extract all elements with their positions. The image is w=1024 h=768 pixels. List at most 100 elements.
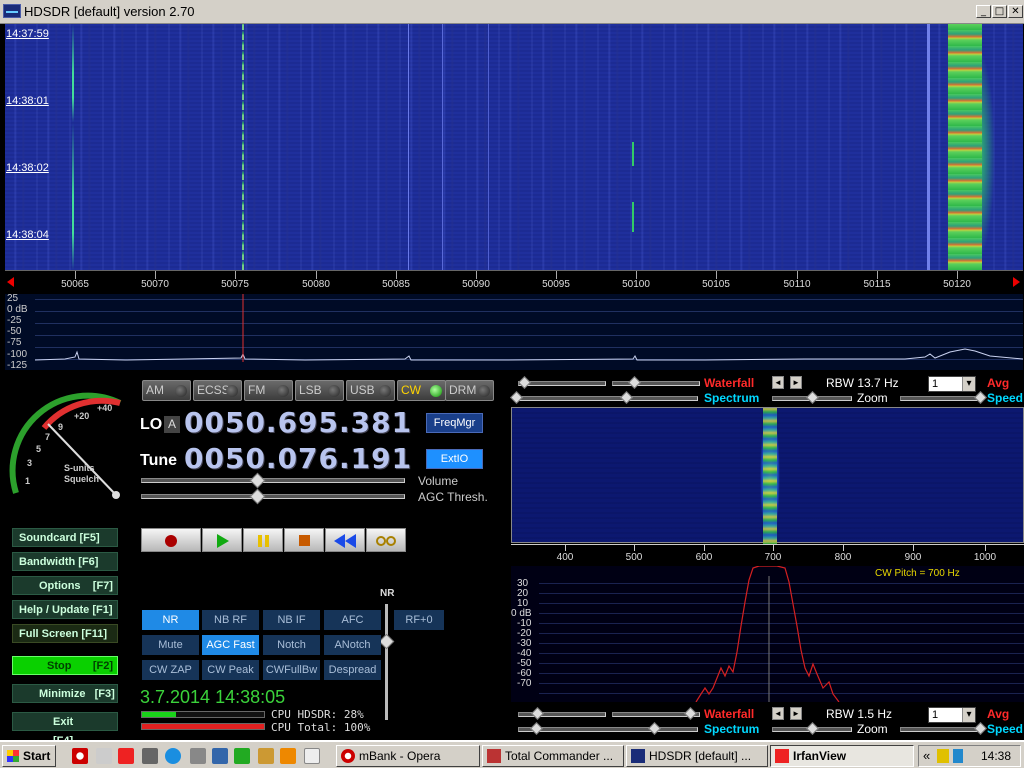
avg-select-bottom[interactable]: 1: [928, 707, 976, 723]
audio-spectrum[interactable]: CW Pitch = 700 Hz 30 20 10 0 dB -10 -20 …: [511, 566, 1024, 702]
app-icon[interactable]: [234, 748, 250, 764]
opera-icon[interactable]: [72, 748, 88, 764]
main-spectrum[interactable]: 25 0 dB -25 -50 -75 -100 -125: [5, 294, 1023, 370]
freq-axis-label: 50085: [382, 279, 410, 290]
s-meter-scale-9: 9: [58, 422, 64, 432]
stop-button[interactable]: Stop [F2]: [12, 656, 118, 675]
cw-signal-trace: [763, 408, 777, 544]
bandwidth-button[interactable]: Bandwidth [F6]: [12, 552, 118, 571]
agc-threshold-slider[interactable]: [141, 494, 405, 499]
mode-cw-button[interactable]: CW: [397, 380, 446, 401]
speed-slider-bottom[interactable]: [900, 727, 982, 732]
s-meter-scale-1: 1: [25, 476, 31, 486]
speed-slider-top[interactable]: [900, 396, 982, 401]
nr-slider[interactable]: [385, 604, 388, 720]
soundcard-button[interactable]: Soundcard [F5]: [12, 528, 118, 547]
app-icon[interactable]: [280, 748, 296, 764]
scroll-left-arrow-icon[interactable]: [7, 277, 14, 287]
mode-ecss-button[interactable]: ECSS: [193, 380, 242, 401]
spectrum-level-slider[interactable]: [518, 396, 698, 401]
rf-gain-button[interactable]: RF+0: [394, 610, 444, 630]
scroll-right-arrow-icon[interactable]: [1013, 277, 1020, 287]
app-icon[interactable]: [304, 748, 320, 764]
mute-button[interactable]: Mute: [142, 635, 199, 655]
task-label: mBank - Opera: [359, 749, 441, 763]
main-waterfall[interactable]: 14:37:59 14:38:01 14:38:02 14:38:04: [5, 24, 1023, 270]
nr-button[interactable]: NR: [142, 610, 199, 630]
audio-axis-label: 600: [695, 552, 713, 563]
taskbar-item-total-commander[interactable]: Total Commander ...: [482, 745, 624, 767]
waterfall-contrast-slider[interactable]: [612, 381, 700, 386]
help-update-button[interactable]: Help / Update [F1]: [12, 600, 118, 619]
app-icon[interactable]: [258, 748, 274, 764]
mode-usb-button[interactable]: USB: [346, 380, 395, 401]
task-label: HDSDR [default] ...: [649, 749, 752, 763]
cow-icon[interactable]: [96, 748, 112, 764]
mode-fm-button[interactable]: FM: [244, 380, 293, 401]
hdsdr-app-icon[interactable]: [3, 4, 21, 18]
audio-frequency-axis[interactable]: 400 500 600 700 800 900 1000: [511, 544, 1024, 566]
tool-icon[interactable]: [190, 748, 206, 764]
avg-select-top[interactable]: 1: [928, 376, 976, 392]
loop-button[interactable]: [366, 528, 406, 552]
tray-expand-button[interactable]: «: [923, 748, 930, 763]
cw-peak-button[interactable]: CW Peak: [202, 660, 259, 680]
options-button[interactable]: Options [F7]: [12, 576, 118, 595]
maximize-window-button[interactable]: □: [992, 5, 1007, 18]
network-icon[interactable]: [953, 749, 963, 763]
minimize-button[interactable]: Minimize [F3]: [12, 684, 118, 703]
signal-trace: [72, 24, 74, 270]
audio-waterfall[interactable]: [511, 407, 1024, 544]
freqmgr-button[interactable]: FreqMgr: [426, 413, 483, 433]
rewind-button[interactable]: [325, 528, 365, 552]
extio-button[interactable]: ExtIO: [426, 449, 483, 469]
app-icon[interactable]: [212, 748, 228, 764]
waterfall-level-slider[interactable]: [518, 381, 606, 386]
mode-am-button[interactable]: AM: [142, 380, 191, 401]
signal-trace: [948, 24, 982, 270]
rbw-decrease-button[interactable]: ◄: [772, 376, 784, 389]
app-icon[interactable]: [118, 748, 134, 764]
pause-button[interactable]: [243, 528, 283, 552]
taskbar-item-opera[interactable]: mBank - Opera: [336, 745, 480, 767]
mode-lsb-button[interactable]: LSB: [295, 380, 344, 401]
cw-fullbw-button[interactable]: CWFullBw: [263, 660, 320, 680]
frequency-axis[interactable]: 50065 50070 50075 50080 50085 50090 5009…: [5, 270, 1023, 294]
volume-slider[interactable]: [141, 478, 405, 483]
waterfall-label-bottom: Waterfall: [704, 707, 755, 721]
mode-drm-button[interactable]: DRM: [445, 380, 494, 401]
record-button[interactable]: [141, 528, 201, 552]
clock[interactable]: 14:38: [981, 749, 1011, 763]
nb-rf-button[interactable]: NB RF: [202, 610, 259, 630]
rbw-decrease-button[interactable]: ◄: [772, 707, 784, 720]
exit-button[interactable]: Exit [F4]: [12, 712, 118, 747]
app-icon[interactable]: [165, 748, 181, 764]
minimize-window-button[interactable]: _: [976, 5, 991, 18]
full-screen-button[interactable]: Full Screen [F11]: [12, 624, 118, 643]
agc-fast-button[interactable]: AGC Fast: [202, 635, 259, 655]
signal-trace: [242, 24, 244, 270]
lo-badge[interactable]: A: [164, 416, 180, 433]
anotch-button[interactable]: ANotch: [324, 635, 381, 655]
spectrum-level-slider-bottom[interactable]: [518, 727, 698, 732]
rbw-increase-button[interactable]: ►: [790, 376, 802, 389]
button-label: Soundcard: [19, 532, 77, 544]
play-button[interactable]: [202, 528, 242, 552]
freq-axis-label: 50110: [783, 279, 811, 290]
start-button[interactable]: Start: [2, 745, 56, 767]
taskbar-item-irfanview[interactable]: IrfanView: [770, 745, 914, 767]
app-icon[interactable]: [142, 748, 158, 764]
signal-trace: [632, 142, 634, 166]
taskbar-item-hdsdr[interactable]: HDSDR [default] ...: [626, 745, 768, 767]
stop-playback-button[interactable]: [284, 528, 324, 552]
rbw-increase-button[interactable]: ►: [790, 707, 802, 720]
cw-zap-button[interactable]: CW ZAP: [142, 660, 199, 680]
volume-icon[interactable]: [937, 749, 949, 763]
despread-button[interactable]: Despread: [324, 660, 381, 680]
nb-if-button[interactable]: NB IF: [263, 610, 320, 630]
afc-button[interactable]: AFC: [324, 610, 381, 630]
lo-frequency-display[interactable]: 0050.695.381: [184, 406, 412, 439]
tune-frequency-display[interactable]: 0050.076.191: [184, 442, 412, 475]
close-window-button[interactable]: ✕: [1008, 5, 1023, 18]
notch-button[interactable]: Notch: [263, 635, 320, 655]
